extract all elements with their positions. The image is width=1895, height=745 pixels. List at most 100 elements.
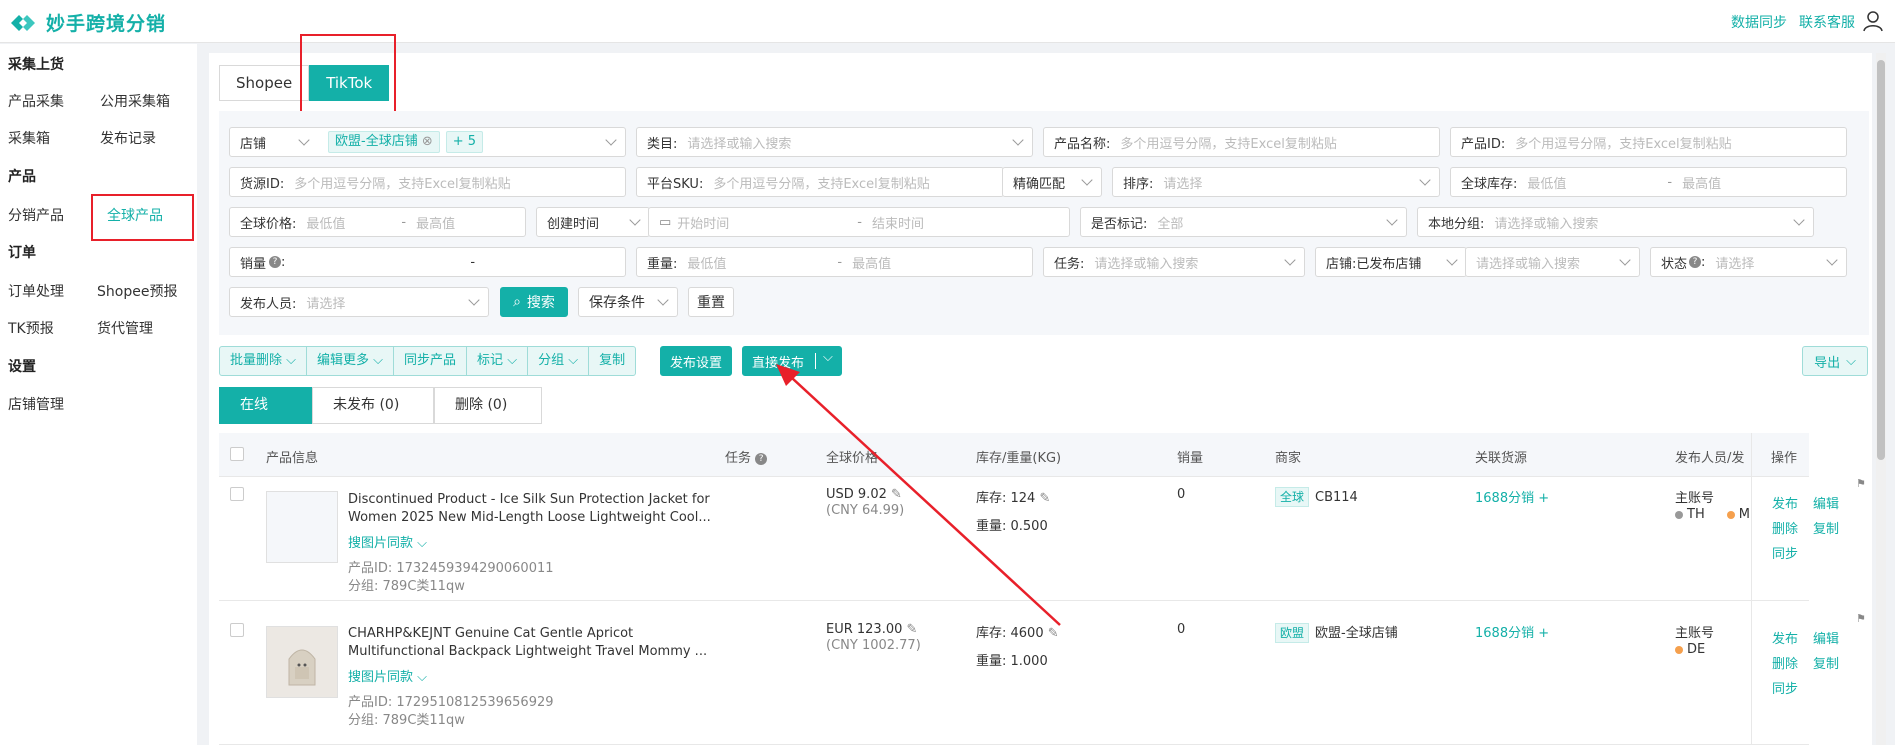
edit-icon[interactable]: ✎ <box>907 622 918 637</box>
sort-label: 排序: <box>1123 176 1154 192</box>
sidebar-item-shopee-forecast[interactable]: Shopee预报 <box>97 281 177 301</box>
sync-products-button[interactable]: 同步产品 <box>394 347 468 375</box>
publish-link[interactable]: 发布 <box>1772 493 1798 512</box>
select-all-checkbox[interactable] <box>230 447 244 461</box>
publish-settings-button[interactable]: 发布设置 <box>660 346 732 376</box>
publisher-account: 主账号 <box>1675 626 1715 641</box>
sidebar-item-public-box[interactable]: 公用采集箱 <box>100 91 170 111</box>
sync-link[interactable]: 同步 <box>1772 678 1798 697</box>
scrollbar-thumb[interactable] <box>1877 60 1885 460</box>
published-shop-select[interactable]: 店铺: 已发布店铺 <box>1315 247 1467 277</box>
publish-link[interactable]: 发布 <box>1772 628 1798 647</box>
save-conditions-button[interactable]: 保存条件 <box>578 287 678 317</box>
product-id-placeholder: 多个用逗号分隔，支持Excel复制粘贴 <box>1515 136 1732 152</box>
sidebar-item-product-collect[interactable]: 产品采集 <box>8 91 64 111</box>
tab-shopee[interactable]: Shopee <box>219 65 310 101</box>
price-cny: (CNY 64.99) <box>826 503 905 518</box>
status-dot <box>1675 510 1683 519</box>
export-button[interactable]: 导出 ⌵ <box>1802 346 1868 376</box>
delete-link[interactable]: 删除 <box>1772 518 1798 537</box>
global-stock-filter[interactable]: 全球库存: 最低值 - 最高值 <box>1450 167 1847 197</box>
product-id-filter[interactable]: 产品ID: 多个用逗号分隔，支持Excel复制粘贴 <box>1450 127 1847 157</box>
search-same-image-link[interactable]: 搜图片同款 ⌵ <box>348 666 427 685</box>
global-price: USD 9.02 ✎ <box>826 487 902 502</box>
product-title-line2[interactable]: Women 2025 New Mid-Length Loose Lightwei… <box>348 510 711 525</box>
sidebar-item-shop-manage[interactable]: 店铺管理 <box>8 394 64 414</box>
search-button[interactable]: ⌕ 搜索 <box>500 287 568 317</box>
edit-link[interactable]: 编辑 <box>1813 628 1839 647</box>
tab-online[interactable]: 在线 (0) <box>219 387 312 448</box>
user-icon[interactable] <box>1863 10 1883 32</box>
global-price-filter[interactable]: 全球价格: 最低值 - 最高值 <box>229 207 526 237</box>
bulk-action-group: 批量删除 ⌵ 编辑更多 ⌵ 同步产品 标记 ⌵ 分组 ⌵ 复制 <box>219 346 637 376</box>
row-checkbox[interactable] <box>230 487 244 501</box>
sidebar-item-order-process[interactable]: 订单处理 <box>8 281 64 301</box>
shop-filter[interactable]: 店铺 欧盟-全球店铺 ⊗ + 5 <box>229 127 626 157</box>
table-row: Discontinued Product - Ice Silk Sun Prot… <box>219 477 1866 601</box>
task-select[interactable]: 任务: 请选择或输入搜索 <box>1043 247 1305 277</box>
sidebar-item-publish-log[interactable]: 发布记录 <box>100 128 156 148</box>
edit-icon[interactable]: ✎ <box>891 487 902 502</box>
weight-filter[interactable]: 重量: 最低值 - 最高值 <box>636 247 1033 277</box>
edit-link[interactable]: 编辑 <box>1813 493 1839 512</box>
source-id-filter[interactable]: 货源ID: 多个用逗号分隔，支持Excel复制粘贴 <box>229 167 626 197</box>
bulk-delete-button[interactable]: 批量删除 ⌵ <box>220 347 308 375</box>
source-link[interactable]: 1688分销 + <box>1475 487 1549 506</box>
product-title-line1[interactable]: Discontinued Product - Ice Silk Sun Prot… <box>348 492 710 507</box>
sku-filter[interactable]: 平台SKU: 多个用逗号分隔，支持Excel复制粘贴 <box>636 167 1004 197</box>
local-group-select[interactable]: 本地分组: 请选择或输入搜索 <box>1417 207 1814 237</box>
plus-icon[interactable]: + <box>1538 626 1549 641</box>
shop-tag[interactable]: 欧盟-全球店铺 ⊗ <box>328 131 440 153</box>
source-link[interactable]: 1688分销 + <box>1475 622 1549 641</box>
data-sync-link[interactable]: 数据同步 <box>1731 12 1787 32</box>
group-label: 分组 <box>538 353 565 368</box>
product-name-filter[interactable]: 产品名称: 多个用逗号分隔，支持Excel复制粘贴 <box>1043 127 1440 157</box>
category-filter[interactable]: 类目: 请选择或输入搜索 <box>636 127 1033 157</box>
create-time-select[interactable]: 创建时间 <box>536 207 650 237</box>
copy-link[interactable]: 复制 <box>1813 653 1839 672</box>
status-select[interactable]: 状态?: 请选择 <box>1650 247 1847 277</box>
edit-icon[interactable]: ✎ <box>1039 491 1050 506</box>
row-checkbox[interactable] <box>230 623 244 637</box>
sort-select[interactable]: 排序: 请选择 <box>1112 167 1440 197</box>
edit-icon[interactable]: ✎ <box>1048 626 1059 641</box>
marked-select[interactable]: 是否标记: 全部 <box>1080 207 1407 237</box>
sidebar-item-tk-forecast[interactable]: TK预报 <box>8 318 54 338</box>
date-range-input[interactable]: ▭ 开始时间 - 结束时间 <box>648 207 1070 237</box>
logo[interactable]: 妙手跨境分销 <box>8 9 166 36</box>
sales-filter[interactable]: 销量?: - <box>229 247 626 277</box>
direct-publish-button[interactable]: 直接发布 ⌵ <box>742 346 842 376</box>
copy-link[interactable]: 复制 <box>1813 518 1839 537</box>
publisher-select[interactable]: 发布人员: 请选择 <box>229 287 489 317</box>
help-icon[interactable]: ? <box>755 452 768 465</box>
sync-link[interactable]: 同步 <box>1772 543 1798 562</box>
plus-icon[interactable]: + <box>1538 491 1549 506</box>
help-icon[interactable]: ? <box>1689 256 1702 268</box>
tab-deleted[interactable]: 删除 (0) ? <box>434 387 542 446</box>
product-title-line2[interactable]: Multifunctional Backpack Lightweight Tra… <box>348 644 707 659</box>
sidebar-item-collect-box[interactable]: 采集箱 <box>8 128 50 148</box>
help-icon[interactable]: ? <box>269 256 282 268</box>
close-icon[interactable]: ⊗ <box>422 134 433 149</box>
flag-icon[interactable]: ⚑ <box>1856 477 1866 490</box>
tab-unpublished[interactable]: 未发布 (0) ? <box>312 387 434 446</box>
sidebar-item-forwarder[interactable]: 货代管理 <box>97 318 153 338</box>
mark-button[interactable]: 标记 ⌵ <box>467 347 529 375</box>
shop-more-tag[interactable]: + 5 <box>445 131 484 153</box>
search-same-image-link[interactable]: 搜图片同款 ⌵ <box>348 532 427 551</box>
published-shop-search[interactable]: 请选择或输入搜索 <box>1465 247 1640 277</box>
product-title-line1[interactable]: CHARHP&KEJNT Genuine Cat Gentle Apricot <box>348 626 633 641</box>
reset-button[interactable]: 重置 <box>688 287 734 317</box>
edit-more-button[interactable]: 编辑更多 ⌵ <box>307 347 395 375</box>
contact-support-link[interactable]: 联系客服 <box>1799 12 1855 32</box>
publisher-placeholder: 请选择 <box>306 296 346 312</box>
product-thumbnail[interactable] <box>266 626 338 698</box>
product-thumbnail[interactable] <box>266 491 338 563</box>
delete-link[interactable]: 删除 <box>1772 653 1798 672</box>
flag-icon[interactable]: ⚑ <box>1856 612 1866 625</box>
copy-button[interactable]: 复制 <box>589 347 635 375</box>
chevron-down-icon[interactable]: ⌵ <box>823 350 833 365</box>
group-button[interactable]: 分组 ⌵ <box>528 347 590 375</box>
sku-match-select[interactable]: 精确匹配 <box>1002 167 1102 197</box>
sidebar-item-distribution[interactable]: 分销产品 <box>8 205 64 225</box>
